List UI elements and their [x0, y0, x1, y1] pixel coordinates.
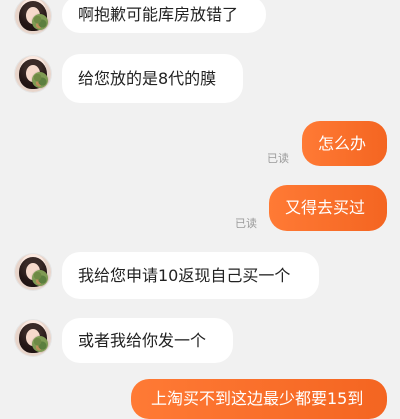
message-text: 上淘买不到这边最少都要15到 [151, 389, 364, 408]
message-row: 或者我给你发一个 [0, 313, 400, 365]
message-row: 已读 怎么办 [0, 119, 400, 171]
message-bubble[interactable]: 又得去买过 [269, 185, 387, 231]
message-text: 我给您申请10返现自己买一个 [78, 265, 291, 285]
message-text: 啊抱歉可能库房放错了 [78, 4, 239, 24]
message-row: 给您放的是8代的膜 [0, 51, 400, 103]
message-row: 我给您申请10返现自己买一个 [0, 245, 400, 299]
read-status: 已读 [235, 217, 257, 230]
message-bubble[interactable]: 怎么办 [302, 121, 387, 166]
message-bubble[interactable]: 上淘买不到这边最少都要15到 [131, 379, 387, 419]
avatar[interactable] [15, 320, 51, 356]
read-status: 已读 [267, 152, 289, 165]
message-text: 或者我给你发一个 [78, 330, 207, 350]
message-text: 给您放的是8代的膜 [78, 68, 217, 88]
message-text: 又得去买过 [285, 198, 366, 217]
avatar-bouquet [32, 336, 48, 352]
message-bubble[interactable]: 我给您申请10返现自己买一个 [62, 252, 319, 299]
avatar-bouquet [32, 270, 48, 286]
avatar-bouquet [32, 14, 48, 30]
avatar[interactable] [15, 56, 51, 92]
message-bubble[interactable]: 给您放的是8代的膜 [62, 54, 243, 103]
avatar-bouquet [32, 72, 48, 88]
avatar[interactable] [15, 254, 51, 290]
message-text: 怎么办 [318, 133, 367, 153]
message-row: 上淘买不到这边最少都要15到 [0, 379, 400, 419]
message-bubble[interactable]: 或者我给你发一个 [62, 318, 233, 363]
avatar[interactable] [15, 0, 51, 34]
message-row: 已读 又得去买过 [0, 185, 400, 237]
message-row: 啊抱歉可能库房放错了 [0, 0, 400, 47]
message-bubble[interactable]: 啊抱歉可能库房放错了 [62, 0, 266, 33]
chat-thread: 啊抱歉可能库房放错了 给您放的是8代的膜 已读 怎么办 已读 又得去买过 我给您… [0, 0, 400, 419]
